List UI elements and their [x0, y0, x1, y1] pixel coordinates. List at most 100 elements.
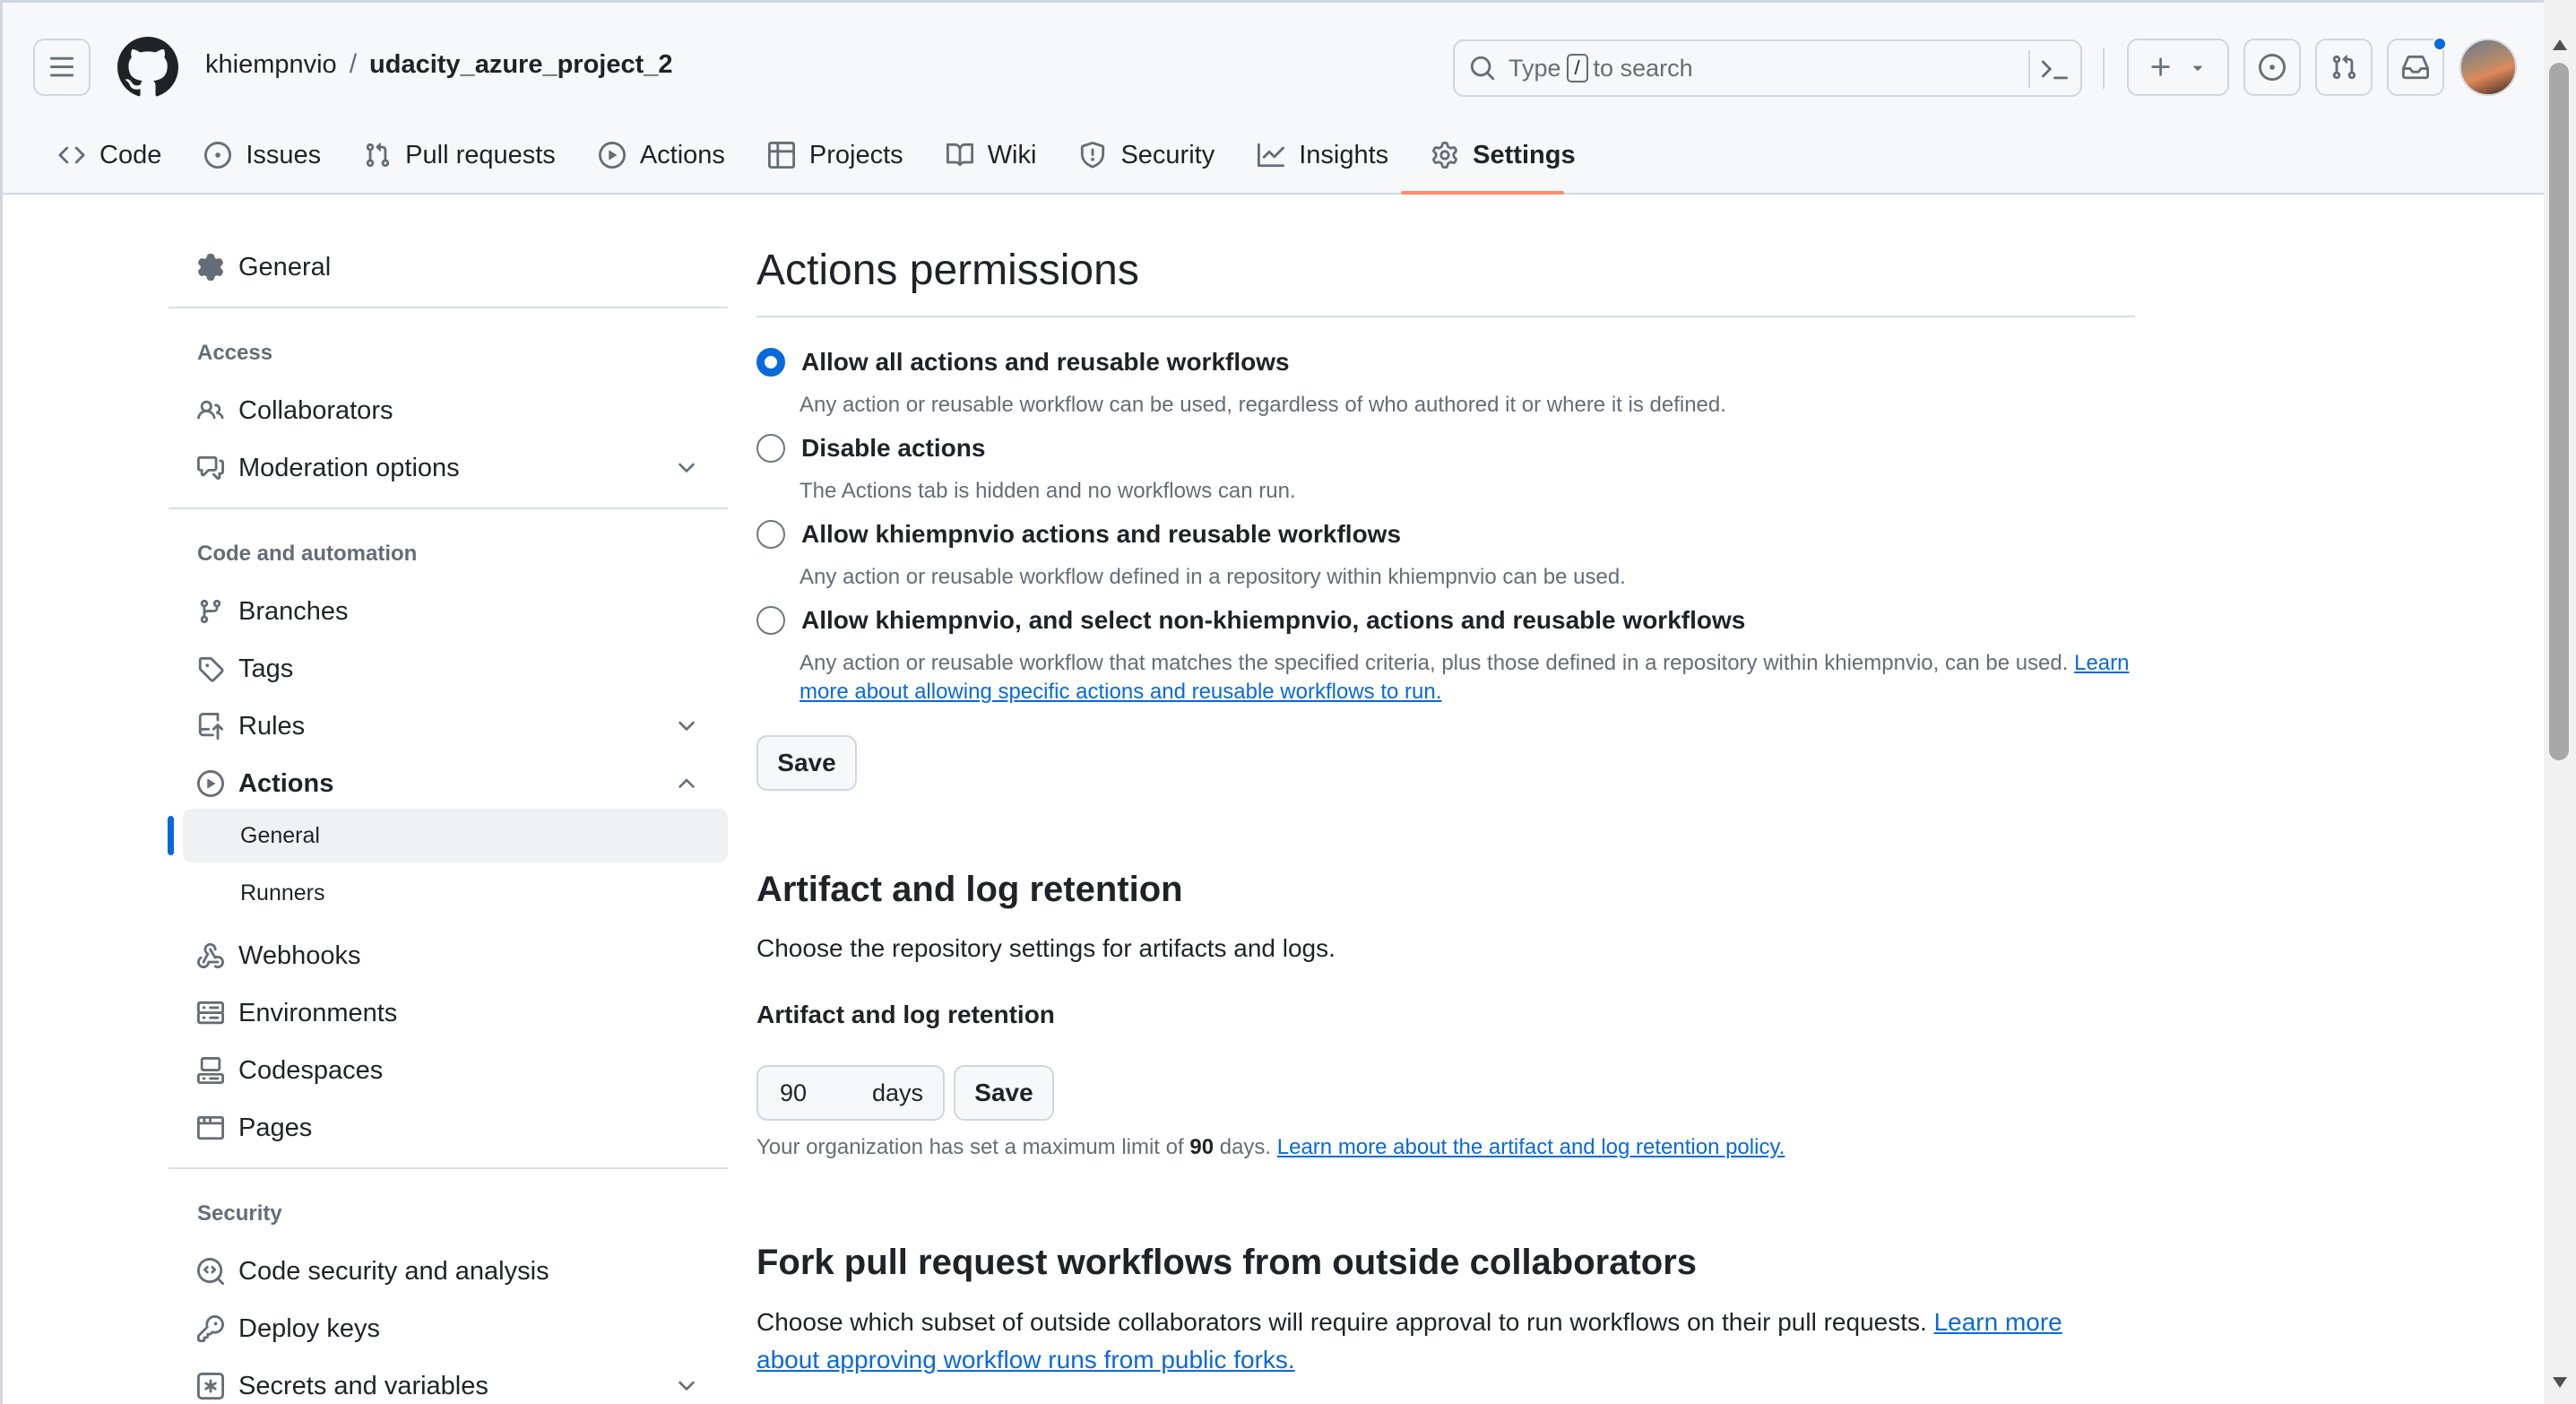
sidebar-item-general-label: General	[238, 252, 332, 282]
tab-projects-label: Projects	[808, 140, 903, 169]
radio-allow-select-label: Allow khiempnvio, and select non-khiempn…	[801, 606, 1746, 634]
avatar[interactable]	[2459, 39, 2517, 96]
radio-button-checked[interactable]	[756, 348, 785, 377]
sidebar-subitem-actions-general[interactable]: General	[183, 809, 728, 862]
radio-disable-note: The Actions tab is hidden and no workflo…	[800, 479, 1296, 503]
plus-icon	[2151, 57, 2170, 76]
active-tab-underline	[1401, 191, 1564, 195]
command-palette-icon[interactable]	[2041, 56, 2068, 82]
chevron-down-icon	[679, 1381, 695, 1391]
retention-note-suffix: days.	[1219, 1135, 1272, 1159]
radio-allow-all[interactable]: Allow all actions and reusable workflows	[756, 348, 1290, 377]
git-branch-icon	[200, 599, 221, 624]
radio-allow-all-label: Allow all actions and reusable workflows	[801, 348, 1290, 376]
sidebar-divider	[169, 307, 728, 308]
codescan-icon	[197, 1258, 224, 1285]
hamburger-icon	[49, 56, 74, 77]
retention-days-input[interactable]: 90 days	[756, 1065, 945, 1121]
sidebar-item-pages-label: Pages	[238, 1113, 313, 1142]
radio-button[interactable]	[756, 520, 785, 549]
retention-note-prefix: Your organization has set a maximum limi…	[756, 1135, 1184, 1159]
sidebar-item-moderation-options[interactable]: Moderation options	[197, 441, 695, 495]
tab-code[interactable]: Code	[46, 134, 174, 177]
sidebar-item-deploy-keys-label: Deploy keys	[238, 1313, 380, 1343]
sidebar-item-environments[interactable]: Environments	[197, 986, 397, 1040]
radio-button[interactable]	[756, 434, 785, 463]
tab-security[interactable]: Security	[1067, 134, 1227, 177]
tab-wiki[interactable]: Wiki	[934, 134, 1050, 177]
radio-allow-select-note-text: Any action or reusable workflow that mat…	[800, 651, 2069, 675]
breadcrumb-repo-link[interactable]: udacity_azure_project_2	[369, 50, 672, 80]
breadcrumb-separator: /	[349, 49, 358, 79]
search-icon	[1470, 56, 1495, 81]
search-input[interactable]: Type / to search	[1453, 39, 2082, 97]
sidebar-divider	[169, 1167, 728, 1169]
radio-allow-owner-note: Any action or reusable workflow defined …	[800, 565, 1626, 589]
key-asterisk-icon	[197, 1373, 224, 1400]
radio-button[interactable]	[756, 606, 785, 635]
key-icon	[197, 1315, 224, 1342]
sidebar-item-secrets-variables[interactable]: Secrets and variables	[197, 1359, 695, 1404]
tab-settings[interactable]: Settings	[1419, 134, 1587, 177]
your-issues-button[interactable]	[2243, 39, 2301, 96]
sidebar-item-collaborators-label: Collaborators	[238, 395, 393, 425]
play-icon	[598, 142, 626, 169]
sidebar-item-actions[interactable]: Actions	[197, 757, 695, 810]
tab-issues[interactable]: Issues	[192, 134, 333, 177]
sidebar-item-branches[interactable]: Branches	[197, 585, 349, 638]
menu-button[interactable]	[33, 39, 91, 96]
radio-allow-owner[interactable]: Allow khiempnvio actions and reusable wo…	[756, 520, 1401, 549]
sidebar-item-environments-label: Environments	[238, 998, 398, 1027]
sidebar-item-codespaces[interactable]: Codespaces	[197, 1044, 383, 1097]
sidebar-item-pages[interactable]: Pages	[197, 1101, 312, 1155]
radio-allow-select[interactable]: Allow khiempnvio, and select non-khiempn…	[756, 606, 1745, 635]
search-shortcut-key: /	[1566, 54, 1588, 82]
repo-push-icon	[198, 713, 224, 740]
create-new-button[interactable]	[2127, 39, 2229, 96]
issue-opened-icon	[2259, 54, 2286, 81]
code-icon	[58, 146, 85, 164]
tab-projects[interactable]: Projects	[756, 134, 916, 177]
gear-icon	[198, 254, 223, 281]
radio-disable-actions[interactable]: Disable actions	[756, 434, 985, 463]
scroll-up-arrow-icon[interactable]	[2553, 39, 2567, 50]
sidebar-item-rules[interactable]: Rules	[197, 699, 695, 753]
git-pull-request-icon	[366, 143, 390, 168]
retention-policy-link[interactable]: Learn more about the artifact and log re…	[1277, 1135, 1785, 1159]
retention-days-unit: days	[871, 1079, 923, 1106]
sidebar-item-code-security-label: Code security and analysis	[238, 1256, 549, 1286]
chevron-up-icon	[679, 778, 695, 788]
tag-icon	[198, 656, 224, 682]
save-retention-button[interactable]: Save	[954, 1065, 1054, 1121]
search-divider	[2028, 50, 2030, 88]
table-icon	[767, 142, 795, 169]
tab-actions[interactable]: Actions	[586, 134, 738, 177]
sidebar-item-webhooks[interactable]: Webhooks	[197, 929, 361, 983]
sidebar-item-collaborators[interactable]: Collaborators	[197, 384, 393, 438]
sidebar-heading-code-automation: Code and automation	[197, 542, 418, 566]
github-logo-icon[interactable]	[117, 37, 178, 98]
scroll-down-arrow-icon[interactable]	[2553, 1377, 2567, 1388]
tab-code-label: Code	[99, 140, 162, 169]
sidebar-item-code-security[interactable]: Code security and analysis	[197, 1244, 549, 1298]
tab-pull-requests[interactable]: Pull requests	[351, 134, 568, 177]
sidebar-subitem-actions-runners[interactable]: Runners	[183, 866, 728, 920]
breadcrumb-owner-link[interactable]: khiempnvio	[205, 50, 337, 80]
title-divider	[756, 316, 2135, 317]
section-title-retention: Artifact and log retention	[756, 870, 1183, 909]
your-pull-requests-button[interactable]	[2315, 39, 2373, 96]
sidebar-item-codespaces-label: Codespaces	[238, 1055, 384, 1085]
sidebar-active-indicator	[168, 816, 174, 855]
radio-disable-label: Disable actions	[801, 434, 986, 462]
graph-icon	[1258, 143, 1285, 168]
search-placeholder-suffix: to search	[1593, 54, 1693, 82]
save-permissions-button[interactable]: Save	[756, 735, 857, 791]
radio-allow-owner-label: Allow khiempnvio actions and reusable wo…	[801, 520, 1402, 548]
sidebar-item-general[interactable]: General	[197, 240, 331, 294]
tab-insights[interactable]: Insights	[1245, 134, 1401, 177]
section-title-fork-workflows: Fork pull request workflows from outside…	[756, 1243, 1698, 1282]
sidebar-item-deploy-keys[interactable]: Deploy keys	[197, 1302, 380, 1356]
sidebar-item-tags[interactable]: Tags	[197, 642, 293, 696]
scrollbar-thumb[interactable]	[2549, 63, 2569, 760]
tab-pull-requests-label: Pull requests	[405, 140, 556, 169]
